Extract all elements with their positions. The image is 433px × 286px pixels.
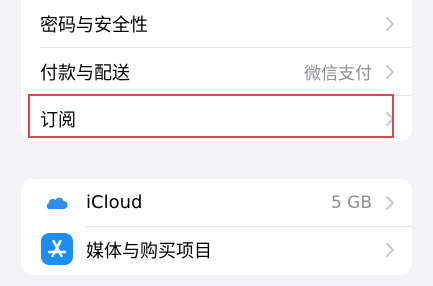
row-label: 密码与安全性	[40, 14, 148, 36]
row-value: 微信支付	[304, 64, 372, 84]
chevron-right-icon	[386, 16, 394, 31]
chevron-right-icon	[386, 64, 394, 79]
services-group: iCloud 5 GB 媒体与购买项目	[21, 179, 412, 275]
row-media-purchases[interactable]: 媒体与购买项目	[21, 226, 412, 273]
subscriptions-highlight-box	[28, 94, 394, 138]
row-label: 付款与配送	[40, 62, 130, 84]
row-icloud[interactable]: iCloud 5 GB	[21, 179, 412, 226]
chevron-right-icon	[386, 195, 394, 210]
row-label: iCloud	[86, 192, 143, 213]
row-password-security[interactable]: 密码与安全性	[21, 0, 412, 47]
icloud-cloud-icon	[41, 187, 73, 219]
app-store-icon	[41, 233, 73, 265]
row-label: 媒体与购买项目	[86, 240, 212, 262]
chevron-right-icon	[386, 242, 394, 257]
storage-value: 5 GB	[330, 192, 372, 213]
row-payment-shipping[interactable]: 付款与配送 微信支付	[21, 48, 412, 95]
